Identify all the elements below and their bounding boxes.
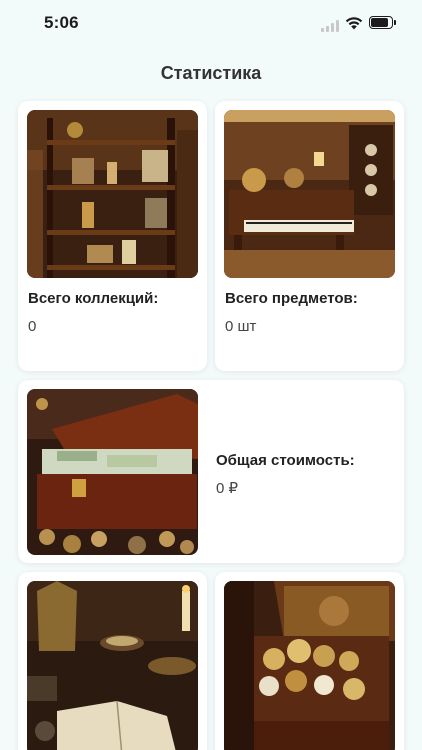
items-value: 0 шт <box>225 318 257 335</box>
total-value-image <box>27 389 198 555</box>
stat-card-4-image <box>27 581 198 750</box>
stat-card-5[interactable] <box>215 572 404 750</box>
status-time: 5:06 <box>44 13 79 32</box>
total-value-value: 0 ₽ <box>216 480 239 497</box>
status-bar: 5:06 <box>0 0 422 50</box>
battery-icon <box>369 16 396 30</box>
wifi-icon <box>345 17 363 30</box>
collections-value: 0 <box>28 318 37 335</box>
stat-card-4[interactable] <box>18 572 207 750</box>
items-card[interactable]: Всего предметов: 0 шт <box>215 101 404 371</box>
collections-image <box>27 110 198 278</box>
collections-card[interactable]: Всего коллекций: 0 <box>18 101 207 371</box>
page-title: Статистика <box>160 63 262 83</box>
cellular-signal-icon <box>321 20 339 32</box>
stat-card-5-image <box>224 581 395 750</box>
items-label: Всего предметов: <box>225 290 358 307</box>
items-image <box>224 110 395 278</box>
total-value-label: Общая стоимость: <box>216 452 355 469</box>
collections-label: Всего коллекций: <box>28 290 159 307</box>
total-value-card[interactable]: Общая стоимость: 0 ₽ <box>18 380 404 563</box>
